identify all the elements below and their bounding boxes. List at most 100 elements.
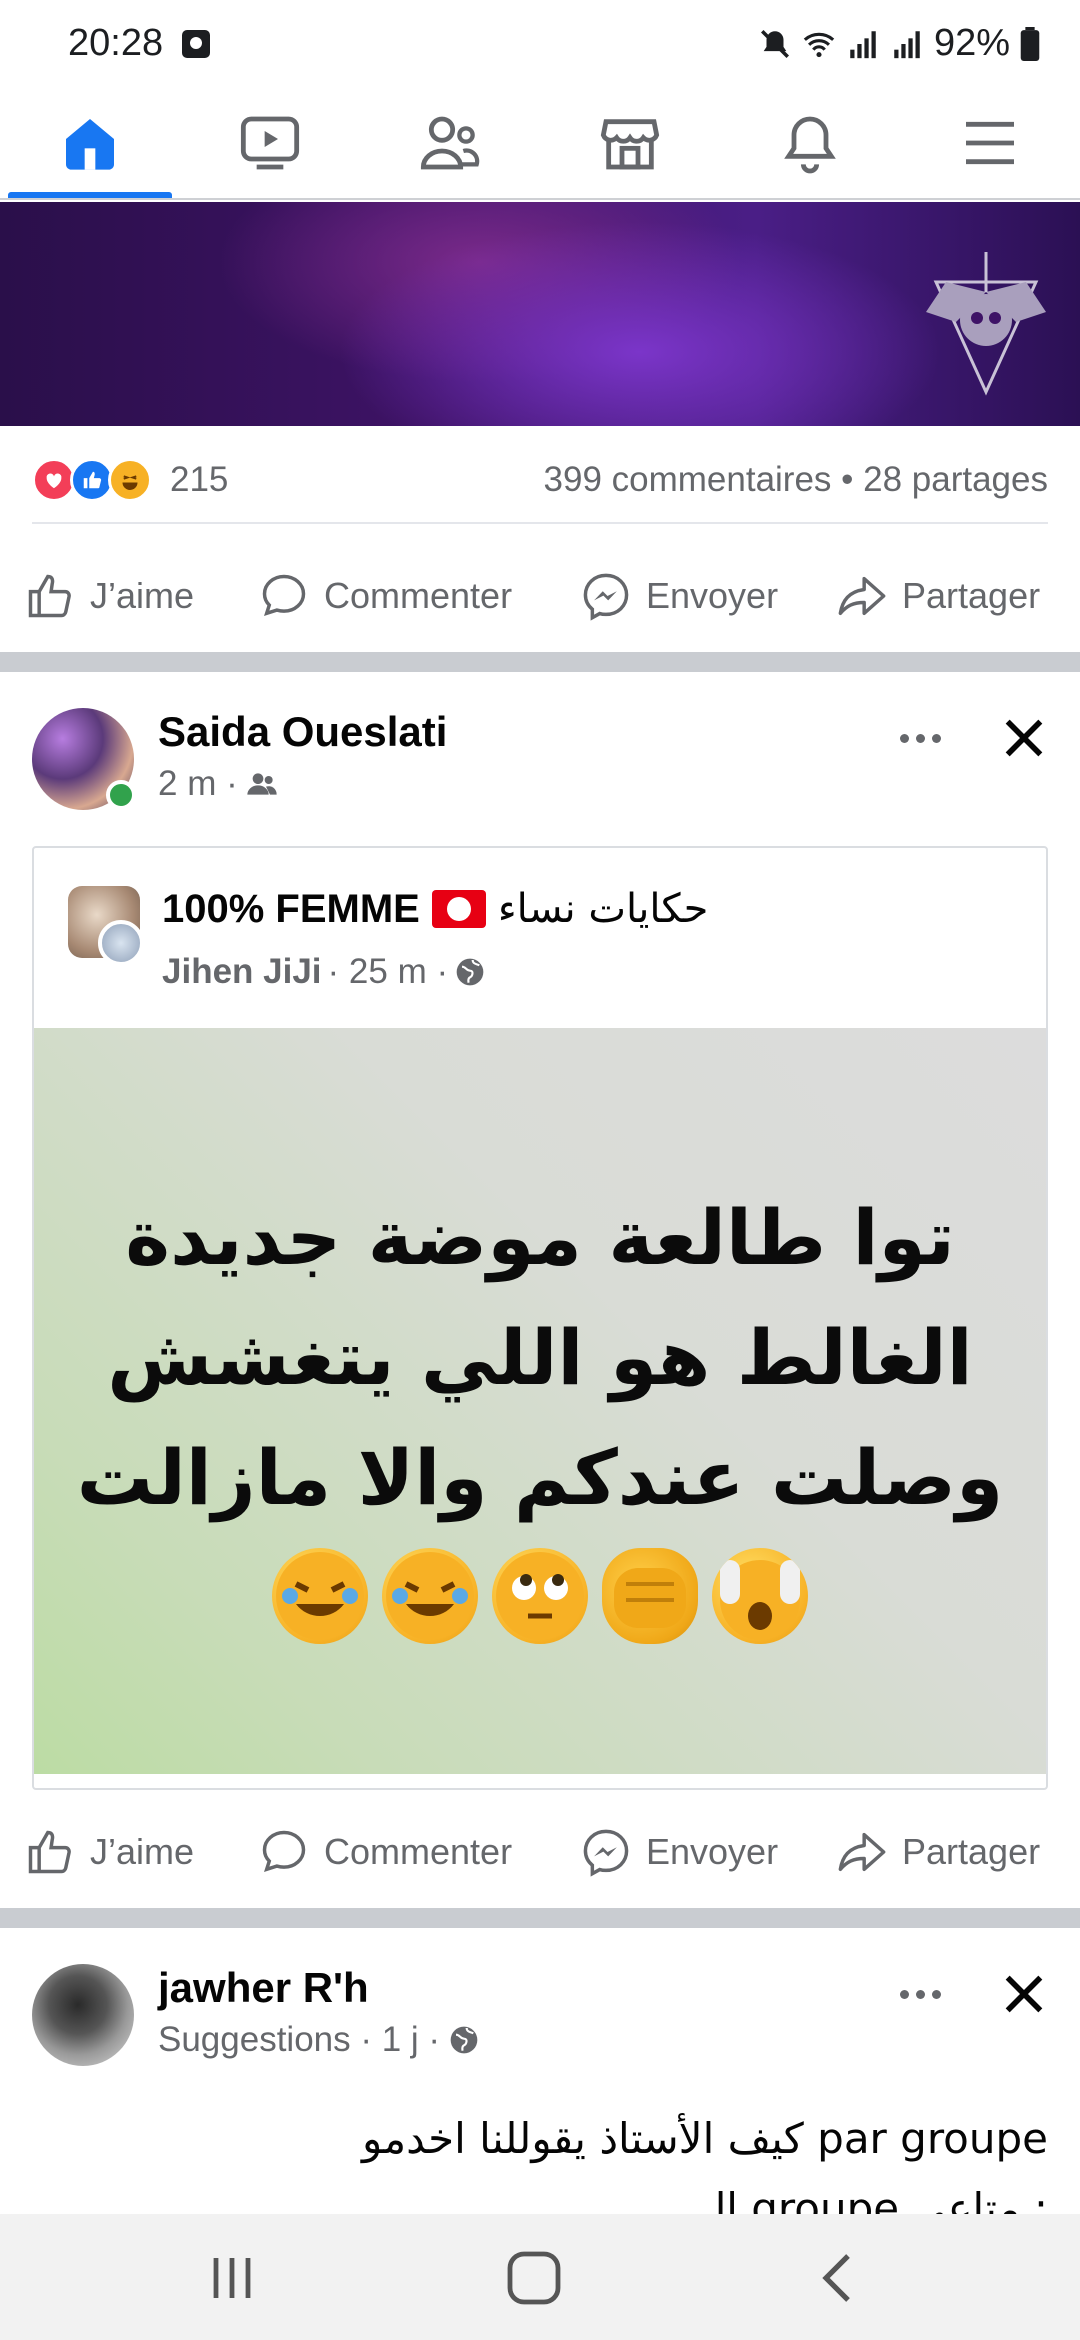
comment-icon <box>262 1830 306 1873</box>
post-text-line: كيف الأستاذ يقوللنا اخدمو par groupe <box>361 2114 1048 2163</box>
nav-marketplace-tab[interactable] <box>550 86 710 200</box>
globe-icon <box>450 2026 478 2054</box>
poster-avatar <box>98 920 144 966</box>
mute-icon <box>760 29 789 58</box>
poster-name[interactable]: Jihen JiJi <box>162 952 322 992</box>
avatar[interactable] <box>32 1964 134 2066</box>
hands-over-face-emoji-icon <box>712 1548 808 1644</box>
status-time: 20:28 <box>68 22 164 64</box>
reactions-count: 215 <box>170 460 229 499</box>
signal-icon <box>850 30 876 58</box>
globe-icon <box>456 958 484 986</box>
skull-wings-logo <box>926 252 1046 396</box>
android-nav-bar <box>0 2214 1080 2340</box>
nav-home-tab[interactable] <box>10 86 170 200</box>
close-icon[interactable] <box>996 1966 1052 2022</box>
share-button[interactable]: Partager <box>836 1826 1040 1878</box>
share-icon <box>838 1832 886 1872</box>
menu-icon <box>966 121 1014 165</box>
more-options-icon[interactable] <box>890 718 950 758</box>
post-header: jawher R'h Suggestions · 1 j · <box>0 1954 1080 2074</box>
post-divider <box>0 1908 1080 1928</box>
post-meta: Suggestions · 1 j · <box>158 2020 480 2060</box>
battery-percent: 92% <box>933 22 1010 64</box>
image-text-line: توا طالعة موضة جديدة <box>125 1193 955 1282</box>
reactions-summary[interactable]: 215 399 commentaires • 28 partages <box>32 440 1048 524</box>
post-suggestion-meta[interactable]: Suggestions · 1 j · <box>158 2020 440 2060</box>
like-button[interactable]: J’aime <box>24 570 194 622</box>
nav-video-tab[interactable] <box>190 86 350 200</box>
top-nav <box>0 86 1080 200</box>
reaction-icons <box>32 458 152 502</box>
haha-reaction-icon <box>108 458 152 502</box>
author-name[interactable]: Saida Oueslati <box>158 708 447 756</box>
notifications-icon <box>784 116 836 174</box>
comment-button[interactable]: Commenter <box>258 1826 512 1878</box>
messenger-icon <box>583 1829 629 1877</box>
image-text: توا طالعة موضة جديدة الغالط هو اللي يتغش… <box>34 1178 1046 1538</box>
send-label: Envoyer <box>646 1831 779 1872</box>
signal-icon <box>894 30 920 58</box>
friends-icon <box>420 116 480 170</box>
alarm-icon <box>182 30 210 58</box>
image-text-line: الغالط هو اللي يتغشش <box>107 1313 973 1402</box>
more-options-icon[interactable] <box>890 1974 950 2014</box>
status-bar: 20:28 92% <box>0 0 1080 86</box>
group-name-arabic: حكايات نساء <box>497 886 709 932</box>
marketplace-icon <box>600 119 660 170</box>
rolling-laughing-emoji-icon <box>272 1548 368 1644</box>
home-button-icon[interactable] <box>504 2250 564 2306</box>
post-time[interactable]: 2 m · <box>158 764 238 804</box>
like-button[interactable]: J’aime <box>24 1826 194 1878</box>
post-actions: J’aime Commenter Envoyer Partager <box>0 1796 1080 1906</box>
back-icon[interactable] <box>808 2250 868 2306</box>
send-button[interactable]: Envoyer <box>580 1826 778 1878</box>
online-status-dot <box>106 780 136 810</box>
image-text-line: وصلت عندكم والا مازالت <box>76 1433 1004 1522</box>
battery-icon <box>1020 26 1040 61</box>
fist-emoji-icon <box>602 1548 698 1644</box>
rolling-laughing-emoji-icon <box>382 1548 478 1644</box>
friends-audience-icon <box>247 773 277 795</box>
home-icon <box>66 119 114 170</box>
video-icon <box>240 116 300 170</box>
like-label: J’aime <box>90 575 195 616</box>
post-meta: 2 m · <box>158 764 278 804</box>
author-name[interactable]: jawher R'h <box>158 1964 369 2012</box>
thumbs-up-icon <box>28 1830 71 1874</box>
group-name-latin: 100% FEMME <box>162 886 420 931</box>
share-label: Partager <box>902 1831 1041 1872</box>
nav-friends-tab[interactable] <box>370 86 530 200</box>
share-button[interactable]: Partager <box>836 570 1040 622</box>
nav-menu-tab[interactable] <box>910 86 1070 200</box>
like-label: J’aime <box>90 1831 195 1872</box>
comments-shares-stats[interactable]: 399 commentaires • 28 partages <box>544 460 1048 500</box>
share-icon <box>838 576 886 616</box>
comment-icon <box>262 574 306 617</box>
close-icon[interactable] <box>996 710 1052 766</box>
wifi-icon <box>803 32 835 57</box>
shared-post-time[interactable]: · 25 m · <box>328 952 449 992</box>
active-tab-indicator <box>8 192 172 198</box>
post-header: Saida Oueslati 2 m · <box>0 698 1080 818</box>
send-button[interactable]: Envoyer <box>580 570 778 622</box>
comment-label: Commenter <box>324 1831 513 1872</box>
post-divider <box>0 652 1080 672</box>
shared-post[interactable]: 100% FEMME حكايات نساء Jihen JiJi · 25 m… <box>32 846 1048 1790</box>
group-name[interactable]: 100% FEMME حكايات نساء <box>162 886 708 932</box>
comment-button[interactable]: Commenter <box>258 570 512 622</box>
thumbs-up-icon <box>28 574 71 618</box>
nav-notifications-tab[interactable] <box>730 86 890 200</box>
post-cover-image[interactable] <box>0 202 1080 426</box>
messenger-icon <box>583 573 629 621</box>
emoji-row <box>34 1548 1046 1644</box>
send-label: Envoyer <box>646 575 779 616</box>
comment-label: Commenter <box>324 575 513 616</box>
shared-post-image[interactable]: توا طالعة موضة جديدة الغالط هو اللي يتغش… <box>34 1028 1046 1774</box>
shared-post-meta: Jihen JiJi · 25 m · <box>162 952 486 992</box>
post-actions: J’aime Commenter Envoyer Partager <box>0 540 1080 650</box>
status-icons: 92% <box>758 22 1040 65</box>
shared-post-header: 100% FEMME حكايات نساء Jihen JiJi · 25 m… <box>34 848 1046 1028</box>
eye-roll-emoji-icon <box>492 1548 588 1644</box>
recents-icon[interactable] <box>202 2250 262 2306</box>
